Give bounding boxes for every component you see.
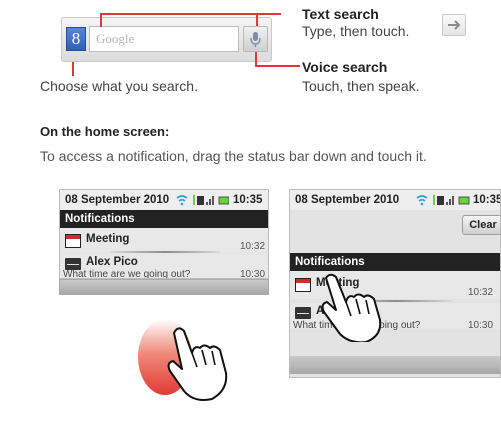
divider <box>110 251 220 253</box>
search-source-button[interactable]: 8 <box>66 27 86 51</box>
drag-down-gesture-icon <box>138 319 228 401</box>
search-input[interactable]: Google <box>89 26 239 52</box>
notification-time: 10:32 <box>240 241 266 252</box>
text-search-desc: Type, then touch. <box>302 23 410 39</box>
text-search-title: Text search <box>302 6 379 22</box>
notifications-header: Notifications <box>60 210 268 228</box>
search-go-button[interactable] <box>442 14 466 36</box>
clear-button[interactable]: Clear <box>462 215 500 235</box>
voice-search-button[interactable] <box>243 26 268 52</box>
mail-icon <box>295 307 311 319</box>
notification-panel-left: 08 September 2010 10:35 Notifications Me… <box>59 189 269 279</box>
tap-gesture-icon <box>321 273 382 342</box>
status-date: 08 September 2010 <box>65 194 170 206</box>
voice-search-title: Voice search <box>302 59 388 75</box>
callout-line-text-search-drop <box>100 13 102 27</box>
callout-line-voice-search-h <box>255 65 300 67</box>
status-bar: 08 September 2010 10:35 <box>290 190 500 210</box>
choose-search-label: Choose what you search. <box>40 78 198 94</box>
panel-handle-left[interactable] <box>59 279 269 295</box>
callout-line-text-search <box>100 13 281 15</box>
section-description: To access a notification, drag the statu… <box>40 148 427 164</box>
notification-subtitle: What time are we going out? <box>63 269 191 279</box>
notification-time: 10:30 <box>240 269 266 279</box>
microphone-icon <box>250 32 261 47</box>
panel-handle-right[interactable] <box>290 356 500 374</box>
notification-time: 10:32 <box>468 287 494 298</box>
wifi-icon <box>176 195 230 206</box>
wifi-icon <box>416 195 470 206</box>
arrow-right-icon <box>448 20 461 30</box>
status-time: 10:35 <box>473 194 501 206</box>
notifications-header: Notifications <box>290 253 500 271</box>
callout-line-text-search-right <box>256 13 258 26</box>
notification-title: Alex Pico <box>86 256 138 268</box>
status-date: 08 September 2010 <box>295 194 400 206</box>
calendar-icon <box>295 278 311 292</box>
calendar-icon <box>65 234 81 248</box>
status-time: 10:35 <box>233 194 263 206</box>
callout-line-choose <box>72 62 74 76</box>
notification-item-message[interactable]: Alex Pico What time are we going out? 10… <box>60 254 268 279</box>
notification-item-meeting[interactable]: Meeting 10:32 <box>60 228 268 252</box>
voice-search-desc: Touch, then speak. <box>302 78 420 94</box>
status-icons <box>415 193 471 214</box>
status-bar[interactable]: 08 September 2010 10:35 <box>60 190 268 210</box>
section-title: On the home screen: <box>40 124 170 139</box>
notification-time: 10:30 <box>468 320 494 331</box>
notification-title: Meeting <box>86 233 130 245</box>
